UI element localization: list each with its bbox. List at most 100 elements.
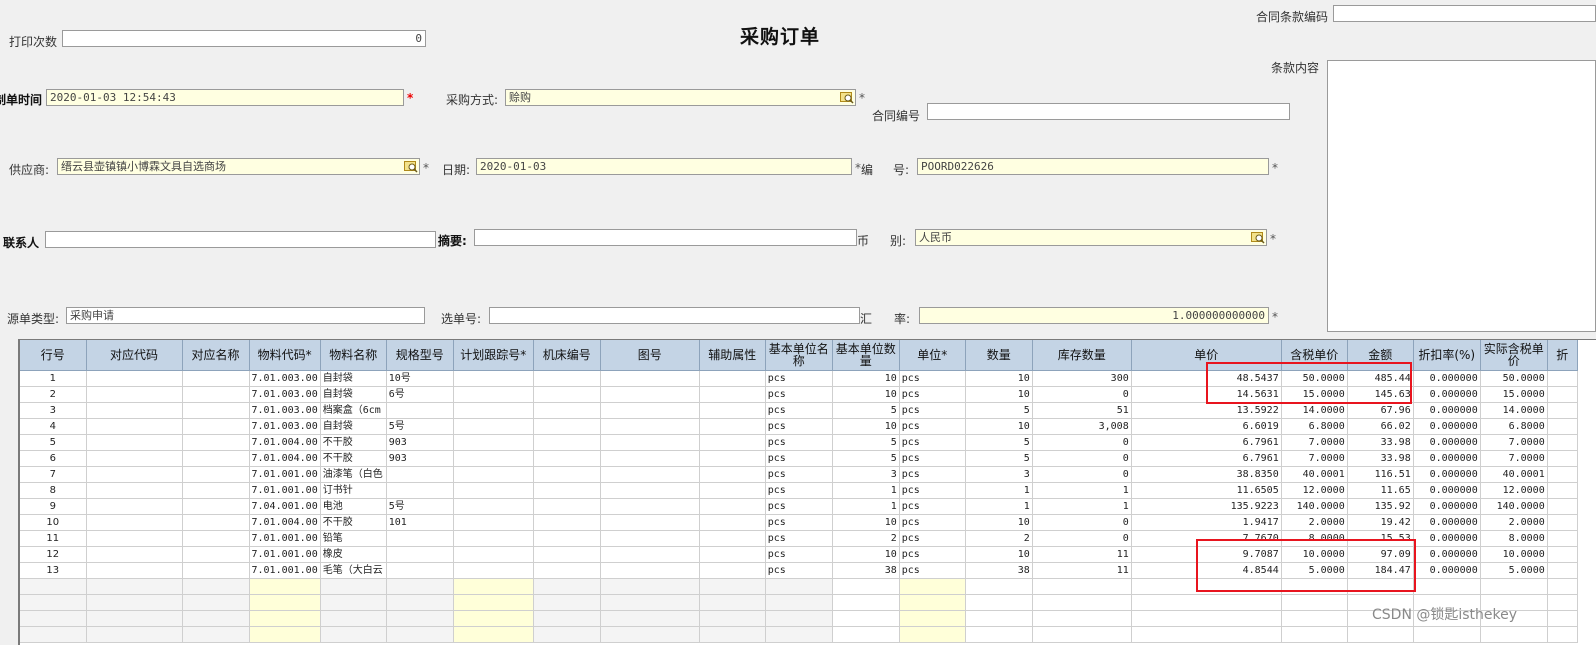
table-cell[interactable] (453, 610, 534, 627)
table-cell[interactable] (386, 530, 454, 547)
table-cell[interactable] (600, 546, 700, 563)
table-cell[interactable] (249, 626, 321, 643)
table-cell[interactable] (453, 402, 534, 419)
table-cell[interactable] (86, 562, 183, 579)
table-cell[interactable]: 自封袋 (320, 418, 387, 435)
table-cell[interactable]: 11.6505 (1131, 482, 1282, 499)
table-cell[interactable] (249, 610, 321, 627)
table-cell[interactable]: 10 (832, 386, 900, 403)
column-header[interactable]: 库存数量 (1032, 340, 1132, 371)
print-count-field[interactable]: 0 (62, 30, 426, 47)
table-cell[interactable] (453, 626, 534, 643)
table-cell[interactable] (699, 530, 766, 547)
table-cell[interactable] (386, 402, 454, 419)
table-cell[interactable] (899, 626, 966, 643)
table-cell[interactable] (86, 626, 183, 643)
table-cell[interactable] (453, 546, 534, 563)
table-cell[interactable]: 5 (832, 450, 900, 467)
column-header[interactable]: 基本单位数量 (832, 340, 900, 371)
table-cell[interactable] (86, 482, 183, 499)
table-cell[interactable] (20, 594, 87, 611)
table-cell[interactable]: 7.01.003.00 (249, 386, 321, 403)
table-cell[interactable] (533, 514, 601, 531)
table-cell[interactable]: pcs (899, 562, 966, 579)
table-cell[interactable]: 2.0000 (1281, 514, 1348, 531)
table-row[interactable]: 9 7.04.001.00 电池 5号 pcs 1 pcs 1 1 135.9223 140.000… (20, 498, 1578, 515)
table-cell[interactable]: 12 (20, 546, 87, 563)
table-cell[interactable] (1547, 466, 1578, 483)
table-cell[interactable]: pcs (899, 498, 966, 515)
currency-field[interactable]: 人民币 (915, 229, 1267, 246)
table-cell[interactable]: 10 (965, 370, 1033, 387)
table-cell[interactable] (320, 594, 387, 611)
table-cell[interactable] (453, 578, 534, 595)
table-cell[interactable]: 10 (832, 546, 900, 563)
table-row[interactable]: 4 7.01.003.00 自封袋 5号 pcs 10 pcs 10 3,008 6.6019 6.… (20, 418, 1578, 435)
table-cell[interactable] (699, 482, 766, 499)
table-cell[interactable]: pcs (899, 434, 966, 451)
table-cell[interactable]: pcs (899, 418, 966, 435)
table-cell[interactable] (600, 514, 700, 531)
table-cell[interactable]: 5 (832, 402, 900, 419)
table-cell[interactable]: 0.000000 (1413, 370, 1481, 387)
table-cell[interactable] (1547, 370, 1578, 387)
table-cell[interactable] (182, 434, 250, 451)
table-cell[interactable]: 7.01.004.00 (249, 450, 321, 467)
table-cell[interactable] (1281, 626, 1348, 643)
table-row[interactable]: 7 7.01.001.00 油漆笔（白色 pcs 3 pcs 3 0 38.8350 40.000… (20, 466, 1578, 483)
table-cell[interactable] (320, 626, 387, 643)
table-cell[interactable] (86, 594, 183, 611)
table-cell[interactable]: 40.0001 (1281, 466, 1348, 483)
table-cell[interactable]: 0 (1032, 450, 1132, 467)
table-cell[interactable] (386, 546, 454, 563)
column-header[interactable]: 单位* (899, 340, 966, 371)
lookup-icon[interactable] (840, 91, 854, 104)
table-cell[interactable] (386, 578, 454, 595)
table-cell[interactable] (600, 594, 700, 611)
table-cell[interactable]: pcs (899, 546, 966, 563)
table-cell[interactable] (453, 482, 534, 499)
table-cell[interactable]: 6.7961 (1131, 434, 1282, 451)
table-cell[interactable] (86, 466, 183, 483)
table-cell[interactable]: 7.01.001.00 (249, 562, 321, 579)
table-cell[interactable]: 7.01.001.00 (249, 546, 321, 563)
table-cell[interactable] (86, 386, 183, 403)
exchange-rate-field[interactable]: 1.000000000000 (919, 307, 1269, 324)
table-cell[interactable] (765, 594, 833, 611)
table-cell[interactable] (182, 482, 250, 499)
table-cell[interactable] (86, 450, 183, 467)
table-cell[interactable] (1547, 418, 1578, 435)
table-cell[interactable]: pcs (765, 482, 833, 499)
table-cell[interactable] (386, 626, 454, 643)
table-cell[interactable]: 12.0000 (1480, 482, 1548, 499)
empty-row[interactable] (20, 610, 1578, 627)
table-cell[interactable]: pcs (765, 418, 833, 435)
table-cell[interactable] (899, 578, 966, 595)
column-header[interactable]: 辅助属性 (699, 340, 766, 371)
table-cell[interactable]: 7.0000 (1480, 434, 1548, 451)
table-cell[interactable] (1547, 450, 1578, 467)
table-cell[interactable]: pcs (899, 370, 966, 387)
table-cell[interactable]: 14.0000 (1480, 402, 1548, 419)
column-header[interactable]: 折扣率(%) (1413, 340, 1481, 371)
table-cell[interactable] (533, 626, 601, 643)
table-cell[interactable] (832, 610, 900, 627)
table-cell[interactable] (600, 370, 700, 387)
table-cell[interactable] (386, 562, 454, 579)
select-no-field[interactable] (489, 307, 860, 324)
table-cell[interactable]: 10 (965, 514, 1033, 531)
table-cell[interactable] (699, 370, 766, 387)
table-cell[interactable] (600, 450, 700, 467)
table-cell[interactable] (1547, 514, 1578, 531)
table-cell[interactable]: pcs (765, 514, 833, 531)
table-cell[interactable]: 33.98 (1347, 434, 1414, 451)
table-cell[interactable]: 51 (1032, 402, 1132, 419)
table-cell[interactable]: 6号 (386, 386, 454, 403)
table-cell[interactable] (20, 610, 87, 627)
table-cell[interactable]: 1 (20, 370, 87, 387)
table-cell[interactable] (386, 482, 454, 499)
table-cell[interactable] (1480, 578, 1548, 595)
table-cell[interactable] (453, 450, 534, 467)
table-cell[interactable]: pcs (765, 562, 833, 579)
table-cell[interactable] (182, 450, 250, 467)
